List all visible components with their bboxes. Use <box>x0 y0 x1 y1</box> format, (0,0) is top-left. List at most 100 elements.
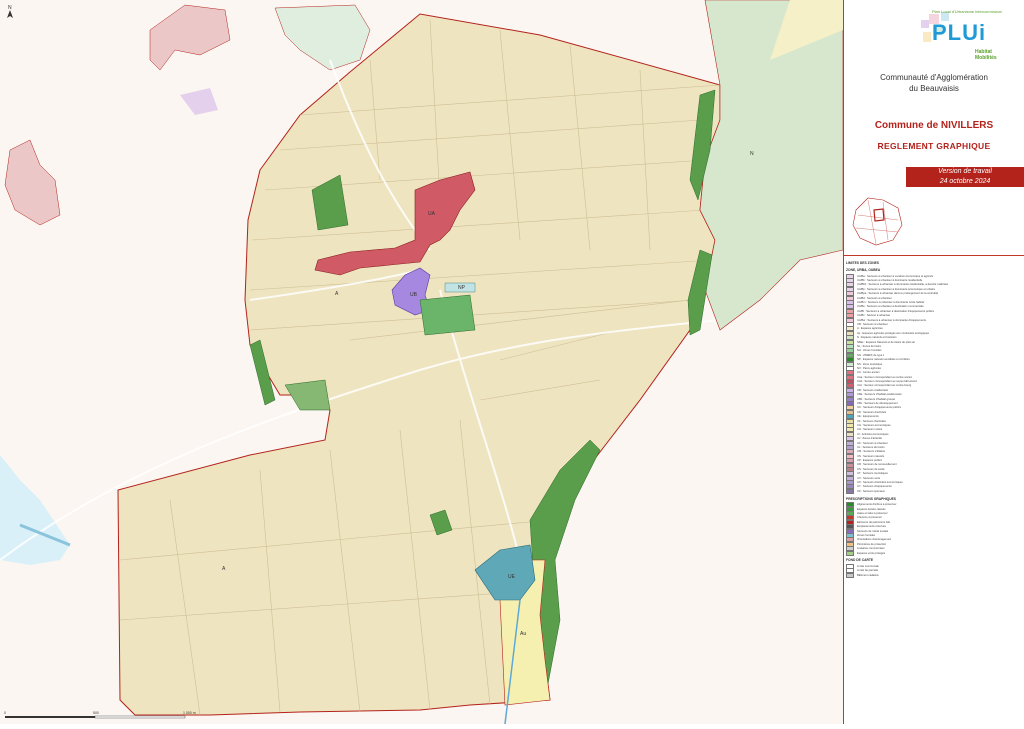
legend-heading: ZONE, URBA, OUBEA <box>846 268 881 272</box>
legend-label: UA/Bd : Secteurs à urbaniser <box>857 296 892 300</box>
legend-label: NS : Zone touristique <box>857 362 883 366</box>
legend-label: NBaL : Espaces Naturels et de loisirs de… <box>857 340 916 344</box>
legend-label: UBc : Secteurs de développement <box>857 402 898 406</box>
legend-label: Espaces boisés classés <box>857 507 886 511</box>
legend-label: UM : Secteurs militaires <box>857 450 886 454</box>
legend-label: UT : Secteurs touristiques <box>857 472 888 476</box>
legend-label: UD : Secteurs d'activités <box>857 410 887 414</box>
legend-label: Alignements d'arbres à préserver <box>857 503 897 507</box>
legend-swatch <box>846 550 854 556</box>
legend-label: NV : Parcs agricoles <box>857 366 882 370</box>
legend-label: Bâtiment cadastré <box>857 573 879 577</box>
legend-label: Orientations d'aménagement <box>857 538 892 542</box>
commune-title: Commune de NIVILLERS <box>874 120 994 131</box>
legend-label: UV : Secteurs verts <box>857 476 881 480</box>
legend-label: UA/Bw : Secteurs à urbaniser à dominante… <box>857 318 926 322</box>
zone-equipment-green <box>419 294 476 336</box>
legend-prescription-list: Alignements d'arbres à préserver Espaces … <box>846 502 1022 556</box>
legend-label: Ap : Espaces agricoles protégés aux cont… <box>857 331 930 335</box>
legend-label: UAc : Secteur correspondant au centre-bo… <box>857 384 912 388</box>
legend-label: UB : Secteurs résidentiels <box>857 388 888 392</box>
location-minimap <box>852 197 903 246</box>
legend-item: Bâtiment cadastré <box>846 572 1022 578</box>
legend-swatch <box>846 572 854 578</box>
legend-label: Zones humides <box>857 533 876 537</box>
map-canvas[interactable]: N A A UA UB UE Au NP N 0 500 1 000 m <box>0 0 844 725</box>
legend-label: A : Espaces agricoles <box>857 327 883 331</box>
legend-label: UB : Secteurs à urbaniser <box>857 322 888 326</box>
label-ua: UA <box>428 211 436 217</box>
legend-label: UA/Ba : Secteurs à urbaniser à vocation … <box>857 274 934 278</box>
legend-label: Éléments de patrimoine bâti <box>857 520 891 524</box>
svg-text:0: 0 <box>4 711 6 715</box>
legend-label: NP : Espaces naturels sensibles et corri… <box>857 358 910 362</box>
legend-heading: PRESCRIPTIONS GRAPHIQUES <box>846 496 897 501</box>
legend-label: UA/Bm : Secteurs à urbaniser à dominante… <box>857 301 925 305</box>
legend-label: UA/Bs : Secteurs à urbaniser à destinati… <box>857 305 924 309</box>
legend-label: NL : Zones de loisirs <box>857 344 882 348</box>
label-ub: UB <box>410 292 418 298</box>
logo-tagline: Plan Local d'Urbanisme intercommunal <box>932 9 1002 14</box>
legend-item: UZ : Secteurs spéciaux <box>846 488 1022 494</box>
legend-label: Haies et talus à préserver <box>857 512 888 515</box>
legend-label: UZ : Secteurs spéciaux <box>857 489 885 493</box>
legend-heading: FOND DE CARTE <box>846 558 874 563</box>
legend-label: UR : Secteurs de renouvellement <box>857 463 897 467</box>
legend-label: UX : Secteurs d'activités économiques <box>857 481 903 485</box>
cartouche: Plan Local d'Urbanisme intercommunal PLU… <box>844 0 1024 256</box>
legend-label: UAb : Secteur correspondant au noyau bât… <box>857 380 918 384</box>
legend-fond-list: Limite communale Limite de parcelle Bâtime… <box>846 563 1022 578</box>
logo-subtitle: Habitat Mobilités <box>975 49 997 61</box>
logo-title: PLUi <box>932 20 987 45</box>
legend-label: UK : Secteurs à urbaniser <box>857 441 888 445</box>
legend: LIMITES DES ZONES ZONE, URBA, OUBEA UA/B… <box>846 258 1022 578</box>
legend-label: UBa : Secteurs d'habitat pavillonnaire <box>857 393 902 397</box>
version-badge: Version de travail 24 octobre 2024 <box>906 167 1024 187</box>
svg-text:N: N <box>8 5 12 11</box>
legend-label: UAa : Secteur correspondant au centre an… <box>857 375 913 379</box>
legend-item: Espaces verts protégés <box>846 550 1022 556</box>
legend-swatch <box>846 488 854 494</box>
legend-label: Linéaires commerciaux <box>857 547 885 551</box>
legend-label: UBb : Secteurs d'habitat groupé <box>857 397 896 401</box>
label-au: Au <box>520 631 526 637</box>
legend-label: NG : ZNIEFF de type 1 <box>857 353 885 357</box>
legend-label: Espaces verts protégés <box>857 551 886 555</box>
legend-label: Limite de parcelle <box>857 569 879 573</box>
document-title: REGLEMENT GRAPHIQUE <box>877 141 991 151</box>
organization-name: Communauté d'Agglomération du Beauvaisis <box>880 73 988 93</box>
legend-label: Emplacements réservés <box>857 525 886 529</box>
legend-heading: LIMITES DES ZONES <box>846 261 879 265</box>
legend-label: NH : Zones humides <box>857 349 882 353</box>
svg-text:1 000 m: 1 000 m <box>183 711 196 715</box>
legend-label: UA/Bbh : Secteurs à urbaniser à dominant… <box>857 283 949 287</box>
legend-label: UA/Bv : Secteur à urbaniser <box>857 314 891 318</box>
legend-label: UE : Équipements <box>857 415 879 419</box>
legend-label: UA/Bp : Secteurs à urbaniser à dominante… <box>857 287 936 291</box>
legend-label: UN : Secteurs naturels <box>857 454 885 458</box>
svg-text:500: 500 <box>93 711 99 715</box>
legend-label: Secteurs de mixité sociale <box>857 529 889 533</box>
legend-label: Limite communale <box>857 564 879 568</box>
legend-label: Périmètres de protection <box>857 542 887 546</box>
legend-label: UJ : Zones d'activités <box>857 437 883 441</box>
legend-label: UA/Bpa : Secteurs à urbaniser dans le pr… <box>857 292 939 296</box>
legend-zone-list: UA/Ba : Secteurs à urbaniser à vocation … <box>846 273 1022 494</box>
label-np: NP <box>458 285 466 291</box>
legend-label: UA/Bt : Secteurs à urbaniser à destinati… <box>857 309 935 313</box>
legend-label: UA/Bb : Secteurs à urbaniser à dominante… <box>857 279 923 283</box>
label-ue: UE <box>508 574 516 580</box>
legend-panel: Plan Local d'Urbanisme intercommunal PLU… <box>843 0 1024 724</box>
legend-label: UP : Espaces publics <box>857 459 883 463</box>
legend-label: UL : Secteurs de loisirs <box>857 445 885 449</box>
legend-label: UC : Secteurs d'équipements publics <box>857 406 901 410</box>
legend-label: UA : Centre ancien <box>857 371 880 375</box>
label-n-east: N <box>750 151 754 157</box>
legend-label: Chemins à préserver <box>857 516 882 520</box>
legend-label: UI : Activités économiques <box>857 432 889 436</box>
legend-label: UY : Secteurs d'équipements <box>857 485 892 489</box>
legend-label: UG : Secteurs économiques <box>857 423 891 427</box>
legend-label: US : Secteurs de santé <box>857 467 885 471</box>
legend-label: UF : Secteurs d'activités <box>857 419 886 423</box>
legend-label: N : Espaces naturels et forestiers <box>857 336 897 340</box>
